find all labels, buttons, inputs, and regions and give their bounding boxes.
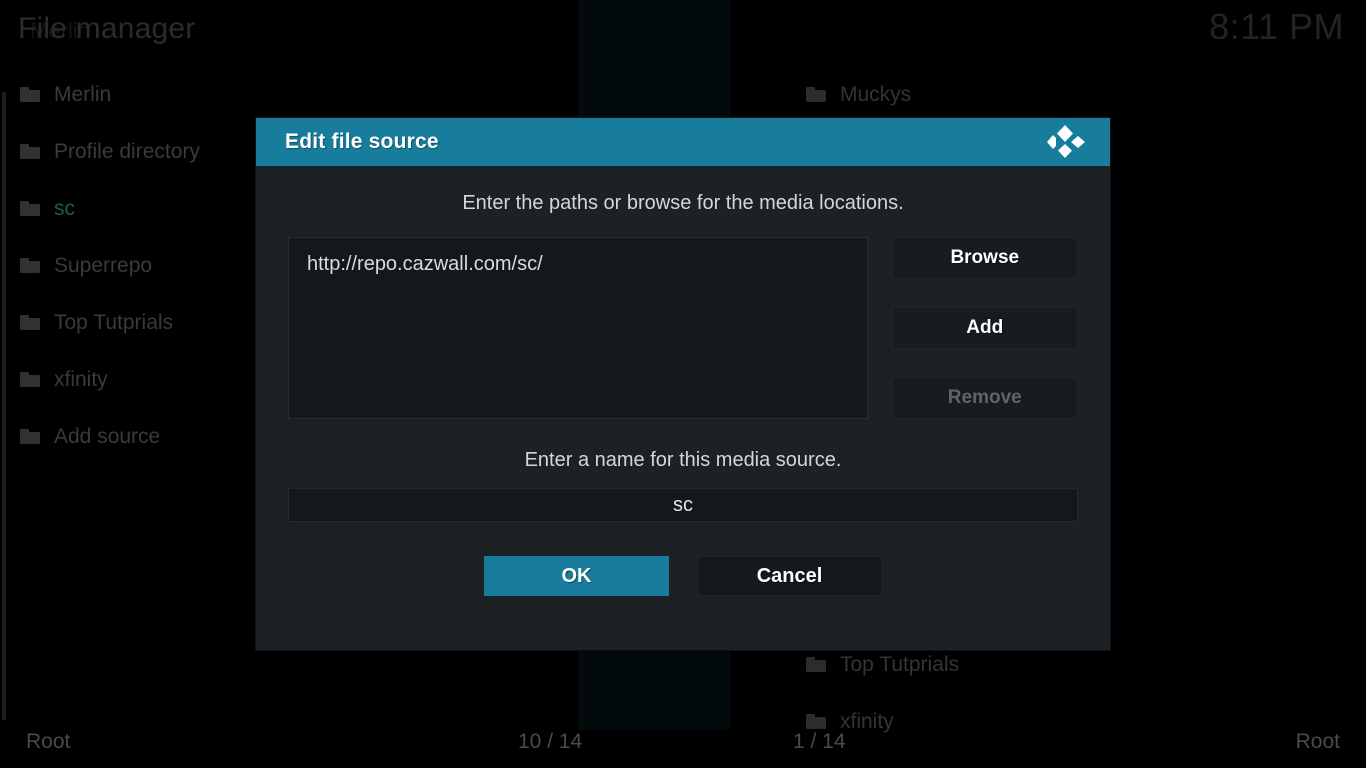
folder-icon: [806, 87, 826, 102]
status-left-count: 10 / 14: [518, 730, 583, 753]
remove-button[interactable]: Remove: [891, 377, 1078, 419]
status-bar: Root 10 / 14 1 / 14 Root: [0, 716, 1366, 768]
list-item-label: Merlin: [54, 82, 112, 106]
status-right-count: 1 / 14: [793, 730, 846, 753]
dialog-actions: OK Cancel: [288, 556, 1078, 596]
source-name-input[interactable]: sc: [288, 488, 1078, 522]
path-action-buttons: Browse Add Remove: [891, 237, 1078, 419]
folder-icon: [20, 315, 40, 330]
folder-icon: [20, 258, 40, 273]
folder-icon: [20, 429, 40, 444]
kodi-screen: Merlin File manager 8:11 PM Merlin Profi…: [0, 0, 1366, 768]
folder-icon: [20, 201, 40, 216]
list-item-label: sc: [54, 196, 75, 220]
list-item[interactable]: Merlin: [0, 66, 570, 123]
folder-icon: [20, 144, 40, 159]
name-hint: Enter a name for this media source.: [524, 449, 842, 471]
path-row: http://repo.cazwall.com/sc/ Browse Add R…: [288, 237, 1078, 419]
list-item-label: Muckys: [840, 82, 912, 106]
cancel-button[interactable]: Cancel: [697, 556, 882, 596]
status-left-root: Root: [26, 730, 71, 753]
folder-icon: [20, 372, 40, 387]
path-value: http://repo.cazwall.com/sc/: [307, 253, 543, 275]
list-item-label: Top Tutprials: [840, 652, 960, 676]
ok-button[interactable]: OK: [484, 556, 669, 596]
clock: 8:11 PM: [1209, 6, 1344, 47]
dialog-body: Enter the paths or browse for the media …: [256, 192, 1110, 596]
list-item-label: xfinity: [54, 367, 108, 391]
list-item[interactable]: Muckys: [786, 66, 1346, 123]
list-item-label: Top Tutprials: [54, 310, 174, 334]
folder-icon: [20, 87, 40, 102]
kodi-logo-icon: [1044, 124, 1086, 160]
browse-button[interactable]: Browse: [891, 237, 1078, 279]
dialog-header: Edit file source: [256, 118, 1110, 166]
paths-hint: Enter the paths or browse for the media …: [462, 192, 904, 214]
dialog-title: Edit file source: [285, 130, 439, 153]
edit-file-source-dialog: Edit file source Enter the paths or brow…: [256, 118, 1110, 650]
path-input[interactable]: http://repo.cazwall.com/sc/: [288, 237, 868, 419]
folder-icon: [806, 657, 826, 672]
add-button[interactable]: Add: [891, 307, 1078, 349]
list-item-label: Superrepo: [54, 253, 153, 277]
page-title: File manager: [18, 12, 196, 45]
status-right-root: Root: [1295, 730, 1340, 753]
list-item-label: Profile directory: [54, 139, 200, 163]
list-item-label: Add source: [54, 424, 161, 448]
source-name-value: sc: [673, 493, 693, 516]
